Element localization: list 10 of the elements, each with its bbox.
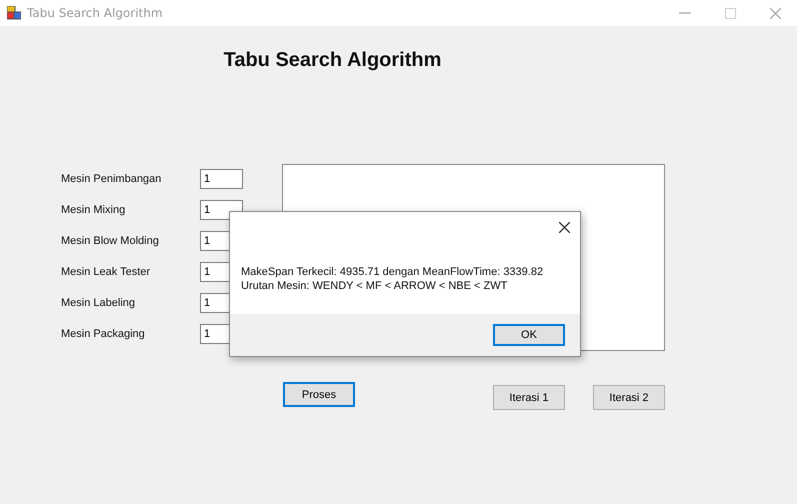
message-text: MakeSpan Terkecil: 4935.71 dengan MeanFlowTime: 3339.82 [241, 265, 544, 279]
field-label: Mesin Labeling [61, 297, 136, 309]
field-label: Mesin Penimbangan [61, 173, 162, 185]
form-heading: Tabu Search Algorithm [224, 49, 442, 73]
message-text: Urutan Mesin: WENDY < MF < ARROW < NBE < ZWT [241, 279, 508, 293]
field-label: Mesin Blow Molding [61, 235, 160, 247]
field-label: Mesin Leak Tester [61, 266, 152, 278]
field-label: Mesin Packaging [61, 328, 146, 340]
field-label: Mesin Mixing [61, 204, 126, 216]
window-title: Tabu Search Algorithm [27, 6, 163, 20]
